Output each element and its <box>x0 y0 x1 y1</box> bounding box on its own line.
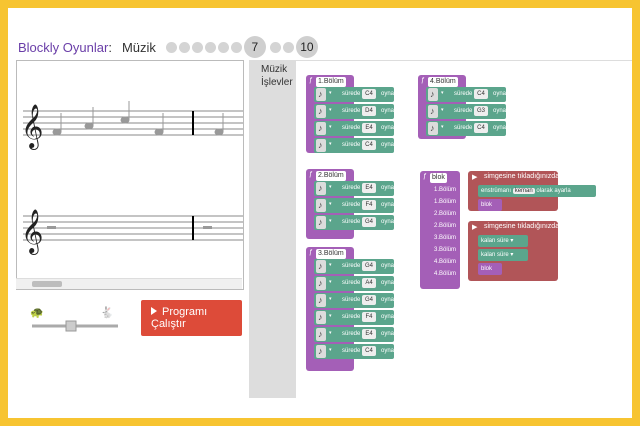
rest-icon <box>203 226 212 229</box>
level-dot[interactable] <box>191 41 203 53</box>
call-block[interactable]: 3.Bölüm <box>434 247 456 253</box>
play-icon: ▶ <box>472 174 478 181</box>
game-name: Müzik <box>121 39 156 55</box>
play-note-block[interactable]: ♪ ▾ sürede G4 oynat <box>314 259 396 274</box>
play-note-block[interactable]: ♪ ▾ sürede C4 oynat <box>314 87 396 102</box>
play-note-block[interactable]: ♪ ▾ sürede E4 oynat <box>314 121 396 136</box>
play-note-block[interactable]: ♪ ▾ sürede C4 oynat <box>426 87 508 102</box>
level-dot[interactable] <box>230 41 242 53</box>
play-note-block[interactable]: ♪ ▾ sürede A4 oynat <box>314 276 396 291</box>
rest-block[interactable]: kalan süre ▾ <box>478 249 528 261</box>
run-program-button[interactable]: Programı Çalıştır <box>141 300 242 336</box>
call-block[interactable]: 1.Bölüm <box>434 187 456 193</box>
call-block[interactable]: 1.Bölüm <box>434 199 456 205</box>
play-note-block[interactable]: ♪ ▾ sürede F4 oynat <box>314 310 396 325</box>
toolbox-category-music[interactable]: Müzik İşlevler <box>249 60 296 89</box>
level-dot[interactable] <box>269 41 281 53</box>
play-note-block[interactable]: ♪ ▾ sürede G4 oynat <box>314 215 396 230</box>
event-title: simgesine tıkladığınızda <box>484 223 560 230</box>
rest-icon <box>47 226 56 229</box>
play-note-block[interactable]: ♪ ▾ sürede C4 oynat <box>426 121 508 136</box>
play-note-block[interactable]: ♪ ▾ sürede C4 oynat <box>314 344 396 359</box>
staff-svg: 𝄞 𝄞 <box>21 101 243 255</box>
function-name[interactable]: 3.Bölüm <box>316 249 346 259</box>
note-icon <box>84 122 94 130</box>
rest-block[interactable]: kalan süre ▾ <box>478 235 528 247</box>
play-icon <box>151 307 157 315</box>
note-icon <box>52 128 62 136</box>
note-icon <box>214 128 224 136</box>
music-staff-panel: 𝄞 𝄞 <box>16 60 244 290</box>
app-title[interactable]: Blockly Oyunlar <box>18 40 108 55</box>
app-frame: Blockly Oyunlar : Müzik 7 10 𝄞 𝄞 🐢 🐇 Pro… <box>0 0 640 426</box>
function-name[interactable]: blok <box>430 173 447 183</box>
treble-clef-icon: 𝄞 <box>21 209 43 255</box>
event-title: simgesine tıkladığınızda <box>484 173 560 180</box>
function-name[interactable]: 1.Bölüm <box>316 77 346 87</box>
play-note-block[interactable]: ♪ ▾ sürede E4 oynat <box>314 327 396 342</box>
play-icon: ▶ <box>472 224 478 231</box>
scrollbar-thumb[interactable] <box>32 281 62 287</box>
level-dot[interactable] <box>204 41 216 53</box>
call-block[interactable]: 4.Bölüm <box>434 259 456 265</box>
play-note-block[interactable]: ♪ ▾ sürede G4 oynat <box>314 293 396 308</box>
call-blok[interactable]: blok <box>478 199 502 211</box>
blockly-workspace[interactable]: ƒ 1.Bölüm ♪ ▾ sürede C4 oynat ♪ ▾ sürede D4 oyna… <box>296 60 632 399</box>
treble-clef-icon: 𝄞 <box>21 104 43 150</box>
call-blok[interactable]: blok <box>478 263 502 275</box>
level-dot[interactable] <box>217 41 229 53</box>
turtle-icon: 🐢 <box>30 307 44 319</box>
run-button-label: Programı Çalıştır <box>151 306 208 330</box>
slider-handle[interactable] <box>65 320 77 332</box>
title-separator: : <box>108 39 112 55</box>
note-icon <box>154 128 164 136</box>
rabbit-icon: 🐇 <box>100 306 114 319</box>
toolbox: Müzik İşlevler <box>249 60 296 398</box>
note-icon <box>120 116 130 124</box>
play-note-block[interactable]: ♪ ▾ sürede G3 oynat <box>426 104 508 119</box>
call-block[interactable]: 3.Bölüm <box>434 235 456 241</box>
level-dot[interactable] <box>165 41 177 53</box>
call-block[interactable]: 2.Bölüm <box>434 211 456 217</box>
set-instrument-block[interactable]: enstrümanı keman olarak ayarla <box>478 185 596 197</box>
header: Blockly Oyunlar : Müzik 7 10 <box>18 34 322 60</box>
play-note-block[interactable]: ♪ ▾ sürede F4 oynat <box>314 198 396 213</box>
blok-call-list: 1.Bölüm 1.Bölüm 2.Bölüm 2.Bölüm 3.Bölüm … <box>432 185 460 281</box>
level-dot[interactable] <box>282 41 294 53</box>
call-block[interactable]: 2.Bölüm <box>434 223 456 229</box>
staff-horizontal-scrollbar[interactable] <box>16 278 242 289</box>
instrument-dropdown[interactable]: keman <box>512 188 535 194</box>
level-dot[interactable] <box>178 41 190 53</box>
speed-slider[interactable]: 🐢 🐇 <box>28 304 122 334</box>
last-level[interactable]: 10 <box>295 36 318 58</box>
play-note-block[interactable]: ♪ ▾ sürede E4 oynat <box>314 181 396 196</box>
function-name[interactable]: 4.Bölüm <box>428 77 458 87</box>
play-note-block[interactable]: ♪ ▾ sürede C4 oynat <box>314 138 396 153</box>
call-block[interactable]: 4.Bölüm <box>434 271 456 277</box>
current-level[interactable]: 7 <box>243 36 266 58</box>
play-note-block[interactable]: ♪ ▾ sürede D4 oynat <box>314 104 396 119</box>
function-name[interactable]: 2.Bölüm <box>316 171 346 181</box>
